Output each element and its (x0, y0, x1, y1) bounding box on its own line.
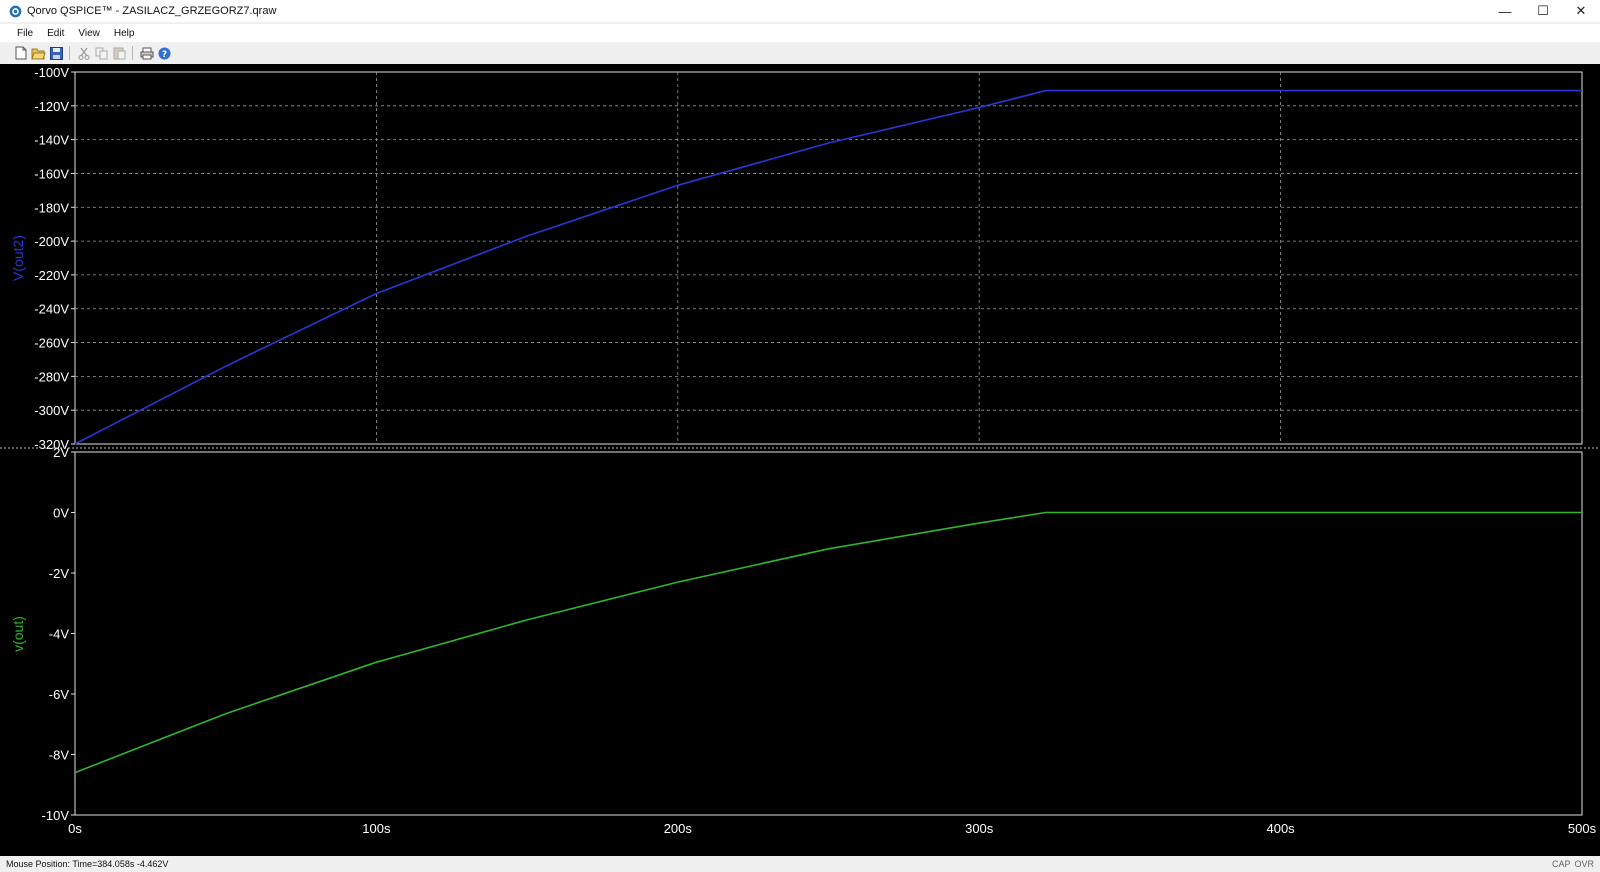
window-title: Qorvo QSPICE™ - ZASILACZ_GRZEGORZ7.qraw (27, 5, 277, 17)
x-tick-label: 100s (362, 821, 391, 836)
y-tick-label: 2V (53, 445, 69, 460)
cut-icon[interactable] (75, 45, 92, 61)
x-tick-label: 300s (965, 821, 994, 836)
x-tick-label: 400s (1266, 821, 1295, 836)
qspice-app-icon (9, 5, 22, 17)
waveform-viewer[interactable]: -100V -120V -140V -160V -180V -200V -220V -240V… (0, 64, 1600, 856)
waveform-plots[interactable]: -100V -120V -140V -160V -180V -200V -220V -240V… (0, 64, 1600, 856)
y-tick-label: -300V (34, 403, 69, 418)
window-controls: — ☐ ✕ (1486, 0, 1600, 22)
trace-vout2 (74, 89, 1582, 445)
menu-view[interactable]: View (71, 28, 107, 39)
y-tick-label: -180V (34, 200, 69, 215)
y-tick-label: -240V (34, 302, 69, 317)
caps-lock-indicator: CAP (1551, 859, 1571, 869)
maximize-button[interactable]: ☐ (1524, 0, 1562, 22)
y-axis-label: V(out2) (10, 235, 26, 281)
mouse-position-readout: Mouse Position: Time=384.058s -4.462V (6, 859, 169, 869)
y-tick-label: -10V (42, 808, 70, 823)
y-tick-label: -260V (34, 336, 69, 351)
menu-bar: File Edit View Help (0, 24, 1600, 42)
close-button[interactable]: ✕ (1562, 0, 1600, 22)
copy-icon[interactable] (93, 45, 110, 61)
open-folder-icon[interactable] (30, 45, 47, 61)
y-tick-label: -160V (34, 166, 69, 181)
x-tick-label: 200s (664, 821, 693, 836)
menu-edit[interactable]: Edit (40, 28, 71, 39)
plot-frame (74, 451, 1583, 816)
help-icon[interactable]: ? (156, 45, 173, 61)
status-bar: Mouse Position: Time=384.058s -4.462V CA… (0, 856, 1600, 872)
keyboard-indicators: CAP OVR (1552, 859, 1594, 869)
trace-vout (74, 511, 1582, 774)
x-tick-label: 500s (1568, 821, 1597, 836)
toolbar-separator (132, 46, 133, 60)
toolbar: ? (0, 42, 1600, 64)
toolbar-separator (69, 46, 70, 60)
plot-pane-vout (71, 451, 1583, 816)
y-tick-label: -280V (34, 369, 69, 384)
paste-icon[interactable] (111, 45, 128, 61)
plot-pane-vout2 (71, 71, 1583, 445)
print-icon[interactable] (138, 45, 155, 61)
y-tick-label: -8V (49, 748, 70, 763)
title-bar: Qorvo QSPICE™ - ZASILACZ_GRZEGORZ7.qraw … (0, 0, 1600, 22)
x-tick-label: 0s (68, 821, 82, 836)
y-tick-label: -2V (49, 566, 70, 581)
y-tick-label: -100V (34, 65, 69, 80)
svg-text:?: ? (162, 50, 167, 60)
y-tick-label: -6V (49, 687, 70, 702)
y-tick-label: -200V (34, 234, 69, 249)
y-tick-label: -220V (34, 268, 69, 283)
plot-frame (74, 71, 1583, 445)
overwrite-indicator: OVR (1574, 859, 1594, 869)
y-tick-label: -140V (34, 133, 69, 148)
y-tick-label: 0V (53, 506, 69, 521)
y-axis-label: v(out) (10, 616, 26, 652)
y-tick-label: -4V (49, 627, 70, 642)
new-file-icon[interactable] (12, 45, 29, 61)
y-tick-label: -120V (34, 99, 69, 114)
menu-help[interactable]: Help (107, 28, 142, 39)
menu-file[interactable]: File (10, 28, 40, 39)
minimize-button[interactable]: — (1486, 0, 1524, 22)
save-icon[interactable] (48, 45, 65, 61)
